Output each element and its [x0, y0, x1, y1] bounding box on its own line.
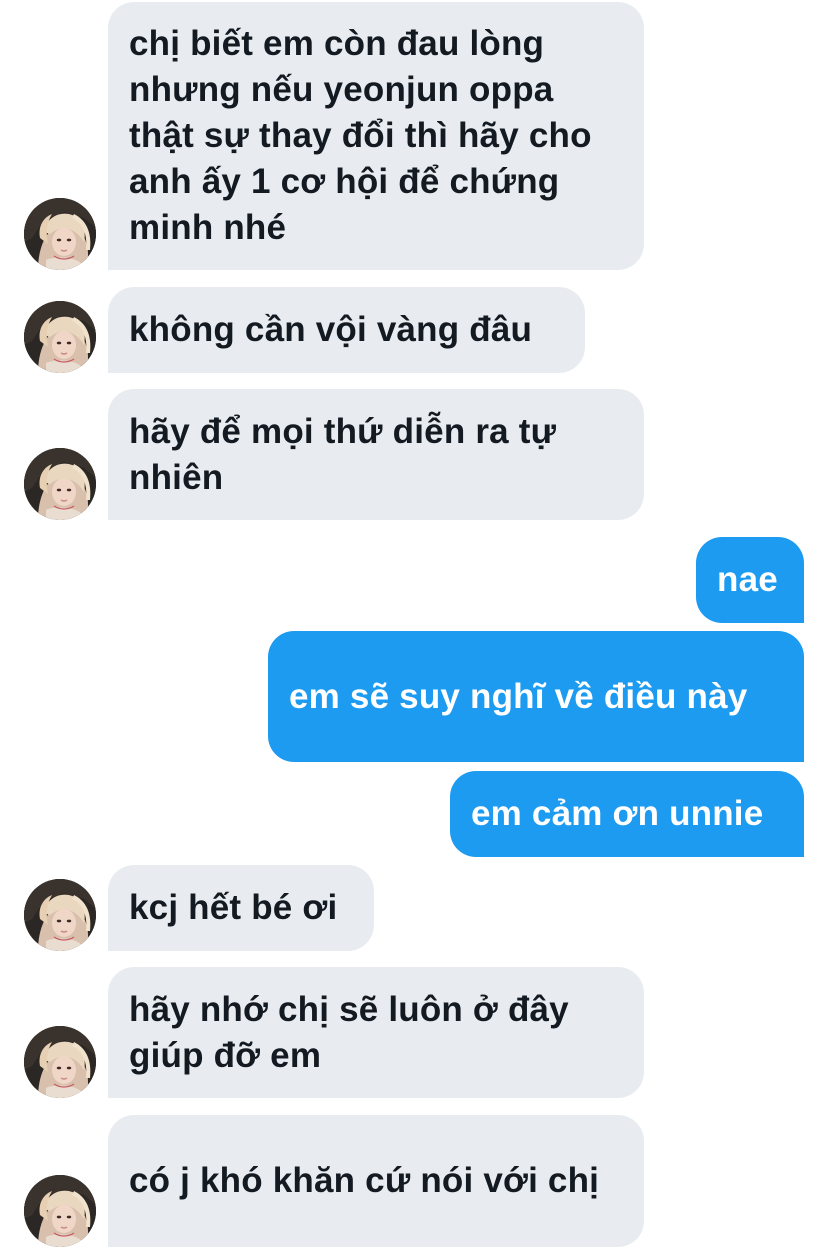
message-bubble-outgoing[interactable]: em cảm ơn unnie — [450, 771, 804, 857]
message-text: em cảm ơn unnie — [471, 794, 764, 833]
avatar[interactable] — [24, 1026, 96, 1098]
avatar[interactable] — [24, 448, 96, 520]
avatar-photo-icon — [24, 301, 96, 373]
avatar[interactable] — [24, 1175, 96, 1247]
avatar[interactable] — [24, 198, 96, 270]
message-bubble-outgoing[interactable]: nae — [696, 537, 804, 623]
avatar-photo-icon — [24, 448, 96, 520]
message-text: kcj hết bé ơi — [129, 888, 338, 927]
message-bubble-incoming[interactable]: chị biết em còn đau lòng nhưng nếu yeonj… — [108, 2, 644, 270]
message-bubble-incoming[interactable]: không cần vội vàng đâu — [108, 287, 585, 373]
message-text: hãy để mọi thứ diễn ra tự nhiên — [129, 411, 557, 497]
message-text: hãy nhớ chị sẽ luôn ở đây giúp đỡ em — [129, 989, 569, 1075]
message-bubble-incoming[interactable]: kcj hết bé ơi — [108, 865, 374, 951]
avatar-photo-icon — [24, 879, 96, 951]
message-bubble-incoming[interactable]: hãy nhớ chị sẽ luôn ở đây giúp đỡ em — [108, 967, 644, 1098]
message-text: nae — [717, 560, 778, 599]
avatar-photo-icon — [24, 1175, 96, 1247]
avatar-photo-icon — [24, 198, 96, 270]
message-text: không cần vội vàng đâu — [129, 310, 533, 349]
message-text: em sẽ suy nghĩ về điều này — [289, 676, 748, 716]
message-bubble-incoming[interactable]: có j khó khăn cứ nói với chị — [108, 1115, 644, 1247]
avatar[interactable] — [24, 879, 96, 951]
message-bubble-outgoing[interactable]: em sẽ suy nghĩ về điều này — [268, 631, 804, 762]
message-text: có j khó khăn cứ nói với chị — [129, 1161, 600, 1200]
avatar[interactable] — [24, 301, 96, 373]
message-text: chị biết em còn đau lòng nhưng nếu yeonj… — [129, 24, 592, 247]
message-bubble-incoming[interactable]: hãy để mọi thứ diễn ra tự nhiên — [108, 389, 644, 520]
avatar-photo-icon — [24, 1026, 96, 1098]
